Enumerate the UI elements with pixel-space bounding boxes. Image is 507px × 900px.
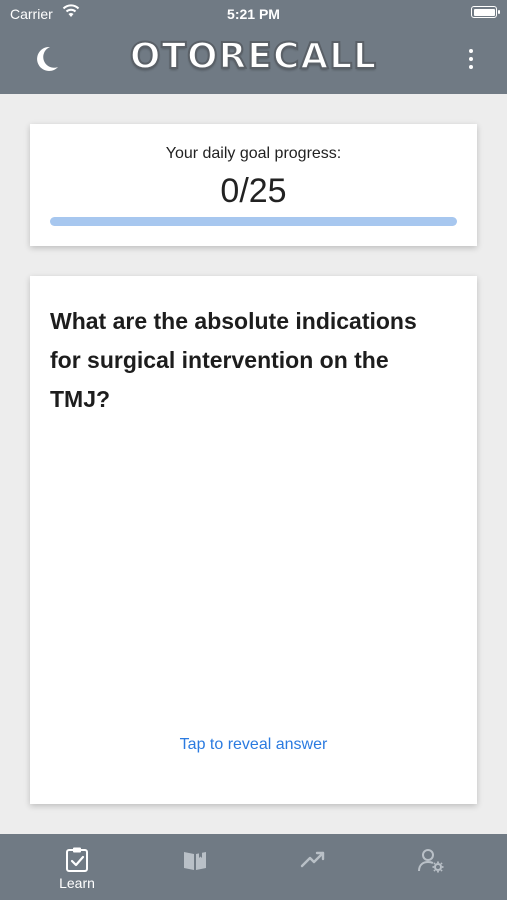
flashcard-question: What are the absolute indications for su… (50, 308, 417, 412)
battery-icon (471, 6, 500, 18)
bottom-tab-bar: Learn (0, 834, 507, 900)
checklist-icon (66, 847, 88, 872)
daily-goal-card: Your daily goal progress: 0/25 (30, 124, 477, 246)
tab-progress[interactable] (262, 834, 364, 900)
clock: 5:21 PM (227, 6, 280, 22)
daily-goal-label: Your daily goal progress: (165, 145, 342, 162)
daily-goal-count: 0/25 (220, 172, 287, 210)
status-bar: Carrier 5:21 PM (0, 0, 507, 26)
reveal-answer-link[interactable]: Tap to reveal answer (30, 736, 477, 754)
flashcard[interactable]: What are the absolute indications for su… (30, 276, 477, 804)
user-settings-icon (418, 849, 444, 873)
tab-account[interactable] (380, 834, 482, 900)
trending-up-icon (300, 851, 325, 868)
tab-learn-label: Learn (59, 875, 95, 891)
tab-learn[interactable]: Learn (26, 834, 128, 900)
app-title: OTORECALL (129, 35, 378, 78)
app-header: Carrier 5:21 PM OTORECALL (0, 0, 507, 94)
kebab-menu-icon[interactable] (467, 49, 475, 71)
daily-goal-progress-bar (50, 217, 457, 226)
tab-library[interactable] (144, 834, 246, 900)
book-icon (184, 850, 206, 870)
